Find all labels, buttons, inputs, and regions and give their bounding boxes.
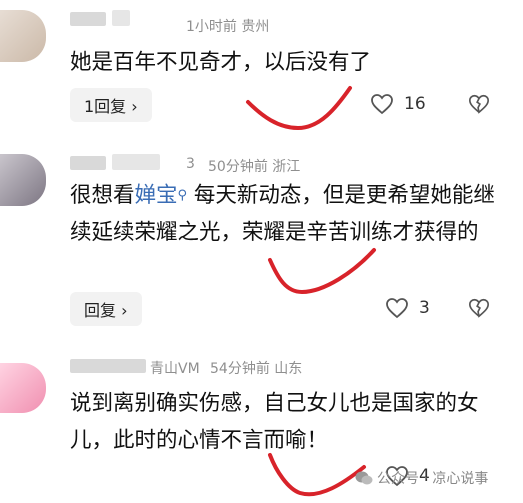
like-action[interactable]: 16 bbox=[370, 93, 426, 115]
reply-button[interactable]: 回复 › bbox=[70, 292, 142, 326]
username-blurred bbox=[70, 12, 106, 26]
username-blurred bbox=[112, 10, 130, 26]
dislike-action[interactable] bbox=[468, 297, 490, 319]
reply-button[interactable]: 1回复 › bbox=[70, 88, 152, 122]
search-icon: ⚲ bbox=[177, 188, 188, 203]
comment-text: 她是百年不见奇才，以后没有了 bbox=[70, 50, 372, 75]
comment-text: 很想看婵宝⚲ 每天新动态，但是更希望她能继续延续荣耀之光，荣耀是辛苦训练才获得的 bbox=[70, 183, 495, 245]
comment-meta: 54分钟前 山东 bbox=[210, 361, 303, 377]
heart-icon bbox=[386, 298, 408, 319]
comment-meta-name: 青山VM bbox=[150, 361, 200, 377]
mention-link[interactable]: 婵宝 bbox=[135, 183, 178, 208]
username-blurred bbox=[112, 154, 160, 170]
comment-meta-count: 3 bbox=[186, 156, 195, 172]
like-count: 16 bbox=[404, 94, 426, 114]
username-blurred bbox=[70, 359, 146, 373]
comment-1: 1小时前 贵州 她是百年不见奇才，以后没有了 1回复 › 16 bbox=[0, 0, 523, 140]
comment-2: 3 50分钟前 浙江 很想看婵宝⚲ 每天新动态，但是更希望她能继续延续荣耀之光，… bbox=[0, 140, 523, 345]
wechat-icon bbox=[355, 471, 373, 485]
like-count: 3 bbox=[419, 298, 430, 318]
watermark: 公众号 · 凉心说事 bbox=[355, 468, 488, 488]
watermark-text: 公众号 · 凉心说事 bbox=[377, 471, 489, 487]
comment-text: 说到离别确实伤感，自己女儿也是国家的女儿，此时的心情不言而喻！ bbox=[70, 391, 479, 453]
broken-heart-icon bbox=[469, 94, 489, 114]
broken-heart-icon bbox=[469, 298, 489, 318]
red-annotation-mark bbox=[246, 86, 352, 131]
comment-meta: 1小时前 贵州 bbox=[186, 19, 270, 35]
like-action[interactable]: 3 bbox=[385, 297, 430, 319]
avatar[interactable] bbox=[0, 154, 46, 206]
avatar[interactable] bbox=[0, 363, 46, 413]
heart-icon bbox=[371, 94, 393, 115]
dislike-action[interactable] bbox=[468, 93, 490, 115]
avatar[interactable] bbox=[0, 10, 46, 62]
username-blurred bbox=[70, 156, 106, 170]
comment-meta: 50分钟前 浙江 bbox=[208, 159, 301, 175]
